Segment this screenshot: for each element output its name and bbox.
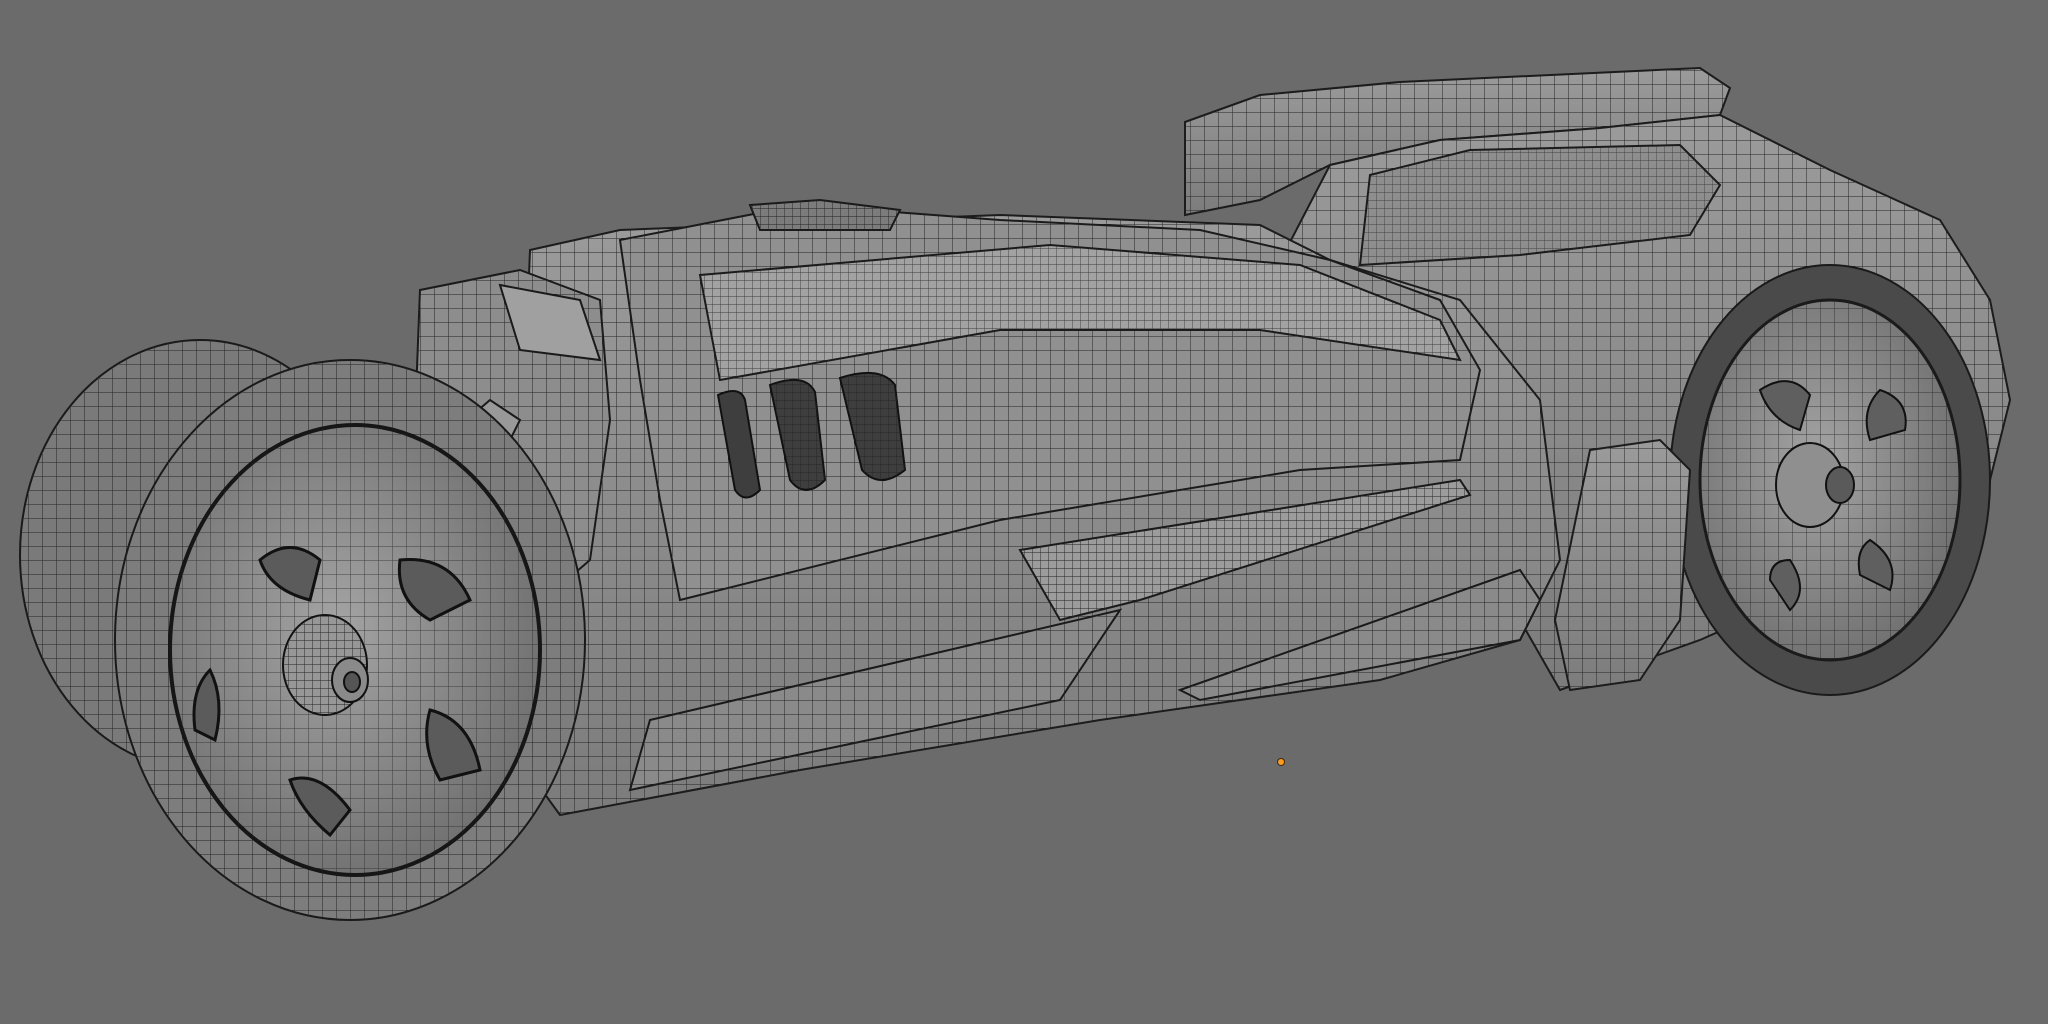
- 3d-viewport[interactable]: [0, 0, 2048, 1024]
- origin-dot-icon: [1278, 759, 1284, 765]
- rear-wheel: [1669, 264, 1991, 696]
- vehicle-model[interactable]: [0, 0, 2048, 1024]
- front-wheel: [114, 359, 586, 921]
